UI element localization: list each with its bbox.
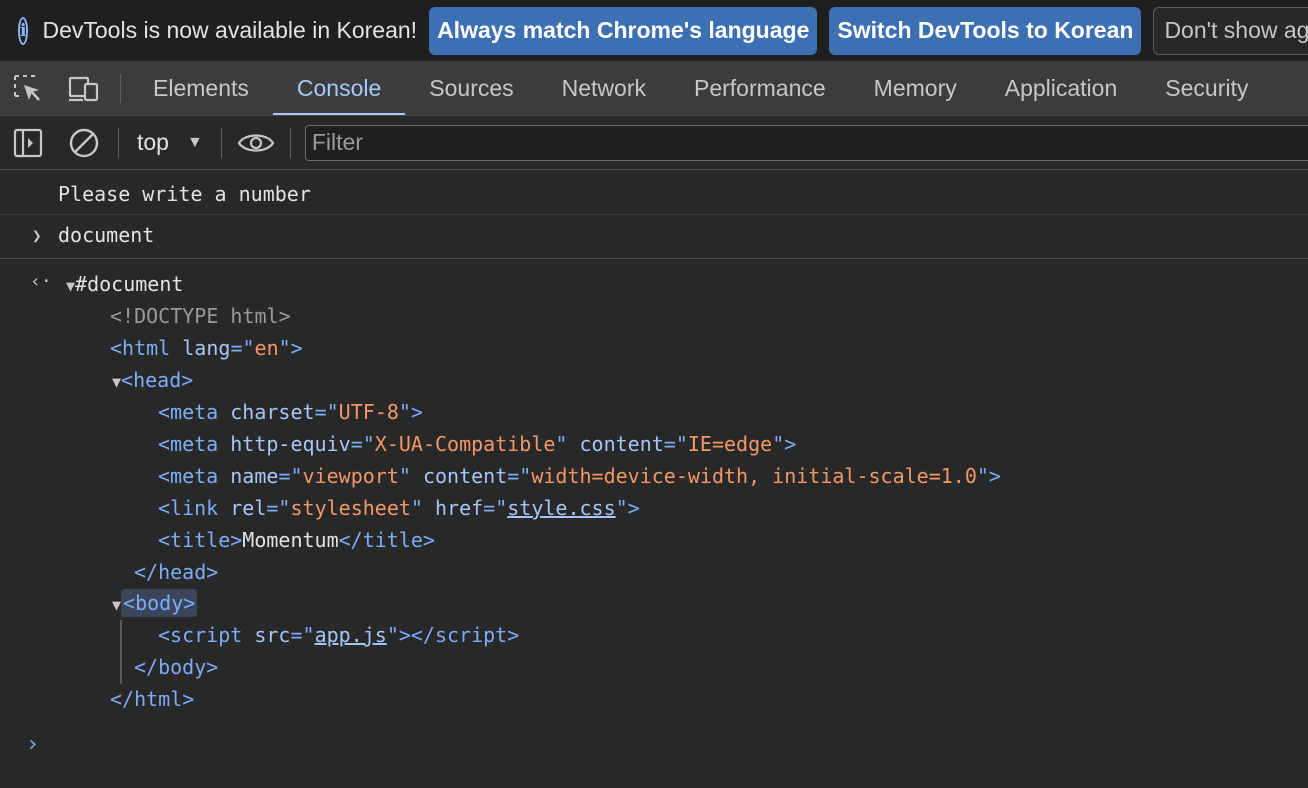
tab-console[interactable]: Console (272, 62, 406, 115)
device-toolbar-icon[interactable] (56, 62, 112, 115)
chevron-down-icon: ▼ (186, 133, 203, 151)
language-infobar: i DevTools is now available in Korean! A… (0, 0, 1308, 62)
attr-value: UTF-8 (338, 400, 399, 424)
filter-input[interactable] (304, 124, 1308, 161)
toolbar-divider (120, 74, 121, 103)
attr-value: en (254, 336, 279, 360)
log-text: Please write a number (58, 182, 311, 206)
sidebar-toggle-icon[interactable] (0, 116, 56, 169)
attr-value: X-UA-Compatible (374, 432, 556, 456)
attr-name: rel (230, 496, 267, 520)
meta-charset-node[interactable]: <meta charset="UTF-8"> (158, 397, 423, 427)
inspect-element-icon[interactable] (0, 62, 56, 115)
link-stylesheet-node[interactable]: <link rel="stylesheet" href="style.css"> (158, 493, 640, 523)
tab-elements[interactable]: Elements (129, 62, 273, 115)
attr-name: name (230, 464, 279, 488)
info-icon: i (18, 16, 29, 45)
attr-name: http-equiv (230, 432, 351, 456)
attr-name: content (422, 464, 508, 488)
console-log-message: Please write a number (0, 180, 1308, 215)
attr-value: width=device-width, initial-scale=1.0 (531, 464, 977, 488)
title-text: Momentum (242, 528, 339, 552)
return-arrow-icon: ‹· (30, 271, 52, 292)
attr-name: href (435, 496, 484, 520)
meta-viewport-node[interactable]: <meta name="viewport" content="width=dev… (158, 461, 1001, 491)
switch-to-korean-button[interactable]: Switch DevTools to Korean (829, 6, 1142, 55)
html-close-node[interactable]: </html> (110, 684, 194, 714)
expand-triangle-icon[interactable]: ▼ (112, 596, 121, 614)
context-label: top (137, 129, 169, 155)
console-toolbar: top ▼ (0, 116, 1308, 170)
always-match-language-button[interactable]: Always match Chrome's language (429, 6, 818, 55)
tab-network[interactable]: Network (538, 62, 670, 115)
attr-name: charset (230, 400, 315, 424)
doctype-node[interactable]: <!DOCTYPE html> (110, 301, 291, 331)
toolbar-divider (118, 127, 119, 158)
expand-triangle-icon[interactable]: ▼ (66, 277, 75, 295)
console-output: Please write a number ❯ document ‹· ▼#do… (0, 170, 1308, 788)
console-prompt-icon[interactable]: › (26, 732, 39, 757)
meta-http-equiv-node[interactable]: <meta http-equiv="X-UA-Compatible" conte… (158, 429, 796, 459)
stylesheet-link[interactable]: style.css (507, 496, 615, 520)
body-open-node[interactable]: ▼ <body> (112, 588, 198, 618)
tab-sources[interactable]: Sources (405, 62, 537, 115)
input-command: document (58, 223, 155, 247)
attr-name: src (254, 623, 291, 647)
attr-name: content (579, 432, 664, 456)
context-selector[interactable]: top ▼ (125, 129, 215, 156)
expand-triangle-icon[interactable]: ▼ (112, 373, 121, 391)
script-link[interactable]: app.js (315, 623, 387, 647)
attr-value: stylesheet (290, 496, 411, 520)
root-label: #document (75, 272, 184, 296)
attr-value: IE=edge (687, 432, 773, 456)
chevron-right-icon: ❯ (32, 226, 42, 245)
tab-performance[interactable]: Performance (670, 62, 850, 115)
html-open-node[interactable]: <html lang="en"> (110, 333, 303, 363)
console-input-entry: ❯ document (0, 214, 1308, 259)
tag-text: <head> (121, 368, 194, 392)
tab-security[interactable]: Security (1141, 62, 1272, 115)
head-close-node[interactable]: </head> (134, 557, 218, 587)
title-node[interactable]: <title>Momentum</title> (158, 525, 435, 555)
clear-console-icon[interactable] (56, 116, 112, 169)
tree-root[interactable]: ▼#document (66, 269, 183, 299)
toolbar-divider (220, 127, 222, 158)
tab-application[interactable]: Application (981, 62, 1142, 115)
eye-icon[interactable] (228, 116, 284, 169)
infobar-message: DevTools is now available in Korean! (42, 17, 418, 43)
dont-show-again-button[interactable]: Don't show again (1153, 6, 1308, 55)
attr-value: viewport (302, 464, 399, 488)
devtools-tabbar: Elements Console Sources Network Perform… (0, 62, 1308, 116)
attr-name: lang (182, 336, 231, 360)
tree-guide-line (120, 620, 122, 684)
toolbar-divider (289, 127, 291, 158)
body-close-node[interactable]: </body> (134, 652, 218, 682)
tab-memory[interactable]: Memory (850, 62, 981, 115)
tag-text: <body> (121, 589, 198, 617)
script-node[interactable]: <script src="app.js"></script> (158, 620, 519, 650)
tag-text: <html (110, 336, 171, 360)
head-open-node[interactable]: ▼<head> (112, 365, 193, 395)
